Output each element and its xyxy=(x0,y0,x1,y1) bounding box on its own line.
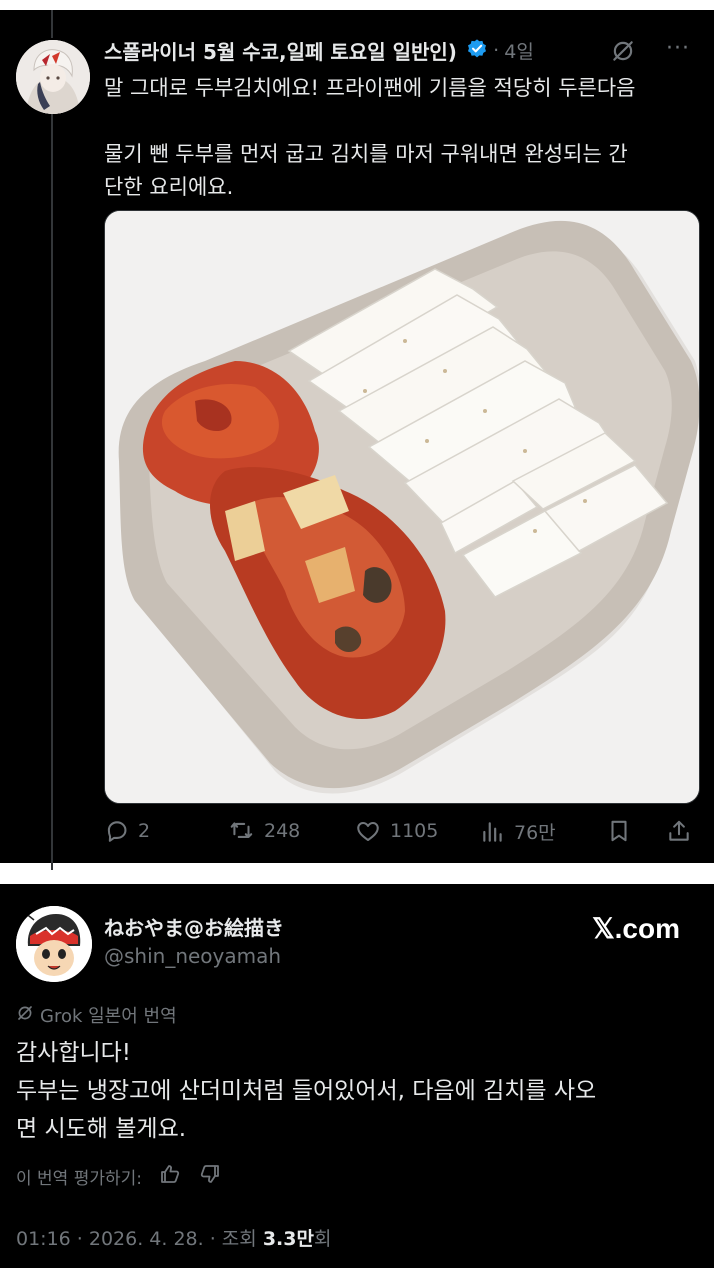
views-icon xyxy=(480,819,506,845)
bookmark-button[interactable] xyxy=(606,818,632,844)
thread-line xyxy=(51,110,53,870)
bookmark-icon xyxy=(606,818,632,844)
x-logo: 𝕏.com xyxy=(592,913,680,944)
thumbs-up-icon[interactable] xyxy=(158,1162,182,1191)
reply-text-line: 면 시도해 볼게요. xyxy=(16,1116,187,1142)
tweet-card[interactable]: 스폴라이너 5월 수코,일페 토요일 일반인) · 4일 ··· 말 그대로 두… xyxy=(0,10,714,870)
reply-card[interactable]: ねおやま@お絵描き @shin_neoyamah 𝕏.com Grok 일본어 … xyxy=(0,884,714,1268)
grok-icon xyxy=(16,1004,40,1027)
reply-button[interactable]: 2 xyxy=(104,818,150,844)
repost-icon xyxy=(228,818,256,844)
reply-text: 감사합니다! 두부는 냉장고에 산더미처럼 들어있어서, 다음에 김치를 사오 … xyxy=(16,1034,686,1148)
author-name[interactable]: 스폴라이너 5월 수코,일페 토요일 일반인) xyxy=(104,40,457,64)
repost-button[interactable]: 248 xyxy=(228,818,300,844)
thread-line-top xyxy=(51,10,53,38)
reply-meta: 01:16 · 2026. 4. 28. · 조회 3.3만회 xyxy=(16,1224,331,1251)
separator: · xyxy=(493,39,500,62)
thumbs-down-icon[interactable] xyxy=(198,1162,222,1191)
tweet-text-line: 물기 뺀 두부를 먼저 굽고 김치를 마저 구워내면 완성되는 간 xyxy=(104,142,628,166)
views-button[interactable]: 76만 xyxy=(480,818,556,845)
tweet-text-line: 단한 요리에요. xyxy=(104,175,234,199)
author-handle[interactable]: @shin_neoyamah xyxy=(104,944,281,968)
rate-label: 이 번역 평가하기: xyxy=(16,1169,143,1189)
reply-text-line: 두부는 냉장고에 산더미처럼 들어있어서, 다음에 김치를 사오 xyxy=(16,1078,597,1104)
tweet-text-line: 말 그대로 두부김치에요! 프라이팬에 기름을 적당히 두른다음 xyxy=(104,76,636,100)
timestamp[interactable]: 4일 xyxy=(504,41,534,63)
tweet-header: 스폴라이너 5월 수코,일페 토요일 일반인) · 4일 ··· xyxy=(104,36,694,66)
reply-view-suffix: 회 xyxy=(313,1228,332,1250)
tweet-photo[interactable] xyxy=(104,210,700,804)
share-icon xyxy=(666,818,692,844)
views-count: 76만 xyxy=(514,822,556,844)
share-button[interactable] xyxy=(666,818,692,844)
rate-translation: 이 번역 평가하기: xyxy=(16,1162,222,1191)
tweet-actions: 2 248 1105 76만 xyxy=(104,810,698,854)
translation-label: Grok 일본어 번역 xyxy=(40,1006,177,1027)
avatar[interactable] xyxy=(16,40,90,114)
avatar[interactable] xyxy=(16,906,92,982)
tweet-text: 말 그대로 두부김치에요! 프라이팬에 기름을 적당히 두른다음 물기 뺀 두부… xyxy=(104,72,694,204)
reply-text-line: 감사합니다! xyxy=(16,1040,132,1066)
like-icon xyxy=(354,818,382,844)
verified-icon xyxy=(466,38,488,64)
reply-timestamp: 01:16 · 2026. 4. 28. · 조회 xyxy=(16,1228,263,1250)
like-button[interactable]: 1105 xyxy=(354,818,438,844)
reply-count: 2 xyxy=(138,820,151,842)
reply-view-count: 3.3만 xyxy=(262,1228,314,1250)
translation-notice: Grok 일본어 번역 xyxy=(16,1002,177,1028)
reply-icon xyxy=(104,818,130,844)
grok-icon[interactable] xyxy=(610,38,636,68)
author-name[interactable]: ねおやま@お絵描き xyxy=(104,912,284,941)
more-icon[interactable]: ··· xyxy=(666,36,690,61)
repost-count: 248 xyxy=(264,820,301,842)
like-count: 1105 xyxy=(390,820,439,842)
